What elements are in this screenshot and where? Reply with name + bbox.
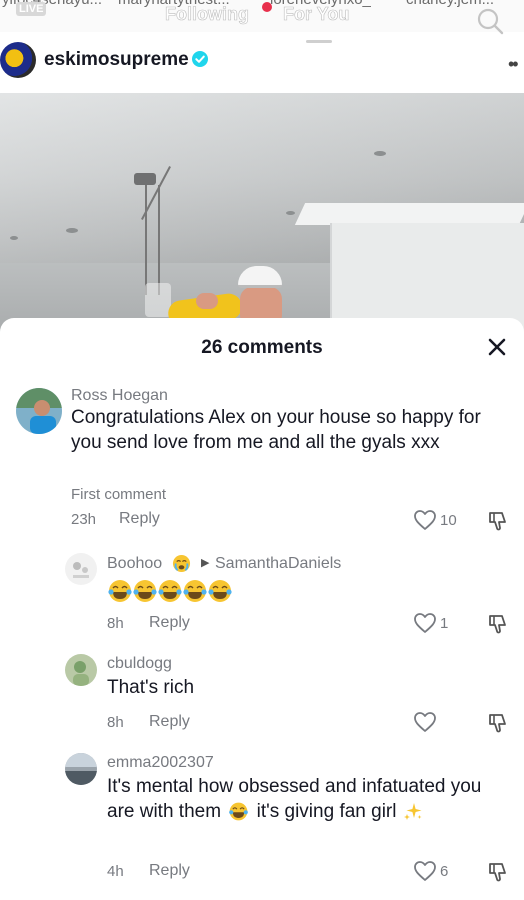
heart-outline-icon[interactable] <box>413 612 437 634</box>
first-comment-label: First comment <box>71 486 167 503</box>
top-navigation: ylfoc4senayu... maryhartythest... lorene… <box>0 0 524 32</box>
comment-timestamp: 8h <box>107 714 124 731</box>
notification-dot <box>262 2 272 12</box>
ceiling-spotlight <box>66 228 78 233</box>
sparkles-emoji <box>403 803 422 821</box>
close-icon[interactable] <box>485 335 509 359</box>
video-frame[interactable] <box>0 93 524 333</box>
live-badge[interactable]: LIVE <box>16 2 47 16</box>
person-cap <box>238 266 282 288</box>
comment-username[interactable]: emma2002307 <box>107 754 214 772</box>
thumbs-down-icon[interactable] <box>486 509 510 533</box>
reply-button[interactable]: Reply <box>149 862 190 880</box>
pendant-wire <box>145 185 147 295</box>
thumbs-down-icon[interactable] <box>486 860 510 884</box>
commenter-avatar[interactable] <box>65 553 97 585</box>
ceiling-spotlight <box>286 211 295 215</box>
ceiling-spotlight <box>10 236 18 240</box>
reply-to-username[interactable]: SamanthaDaniels <box>215 555 341 573</box>
like-count: 6 <box>440 863 449 880</box>
comment-username[interactable]: Boohoo <box>107 555 162 573</box>
like-count: 10 <box>440 512 457 529</box>
comment-text: It's mental how obsessed and infatuated … <box>107 775 512 824</box>
crying-face-emoji <box>172 554 191 573</box>
reply-button[interactable]: Reply <box>149 614 190 632</box>
heart-outline-icon[interactable] <box>413 711 437 733</box>
heart-outline-icon[interactable] <box>413 509 437 531</box>
search-icon[interactable] <box>475 6 505 36</box>
comment-text-emojis <box>108 579 233 603</box>
more-options-icon[interactable]: •• <box>508 54 519 75</box>
pendant-lamp <box>134 173 156 185</box>
comments-sheet: 26 comments Ross Hoegan Congratulations … <box>0 318 524 900</box>
like-count: 1 <box>440 615 449 632</box>
comment-timestamp: 4h <box>107 863 124 880</box>
video-wall-cabinet <box>330 223 524 333</box>
comment-timestamp: 8h <box>107 615 124 632</box>
commenter-avatar[interactable] <box>16 388 62 434</box>
comment-username[interactable]: Ross Hoegan <box>71 387 168 405</box>
person-hand <box>196 293 218 309</box>
author-avatar[interactable] <box>0 42 36 78</box>
thumbs-down-icon[interactable] <box>486 612 510 636</box>
video-cabinet-top <box>294 203 524 225</box>
author-username[interactable]: eskimosupreme <box>44 49 189 71</box>
comment-timestamp: 23h <box>71 511 97 528</box>
comment-item: Ross Hoegan Congratulations Alex on your… <box>0 384 524 534</box>
verified-badge-icon <box>192 51 208 67</box>
commenter-avatar[interactable] <box>65 753 97 785</box>
tab-following[interactable]: Following <box>165 4 250 25</box>
reply-arrow-icon: ▶ <box>201 557 210 569</box>
comment-username[interactable]: cbuldogg <box>107 655 172 673</box>
reply-button[interactable]: Reply <box>119 510 160 528</box>
commenter-avatar[interactable] <box>65 654 97 686</box>
heart-outline-icon[interactable] <box>413 860 437 882</box>
tears-of-joy-emoji <box>229 802 249 821</box>
ceiling-spotlight <box>374 151 386 156</box>
thumbs-down-icon[interactable] <box>486 711 510 735</box>
post-author-row: eskimosupreme •• <box>0 40 524 92</box>
comments-count-title: 26 comments <box>201 337 323 358</box>
comment-text-part: it's giving fan girl <box>256 800 397 822</box>
comment-text: That's rich <box>107 677 195 698</box>
comment-text: Congratulations Alex on your house so ha… <box>71 407 481 453</box>
pendant-wire <box>158 185 160 295</box>
reply-button[interactable]: Reply <box>149 713 190 731</box>
tab-for-you[interactable]: For You <box>283 4 350 25</box>
